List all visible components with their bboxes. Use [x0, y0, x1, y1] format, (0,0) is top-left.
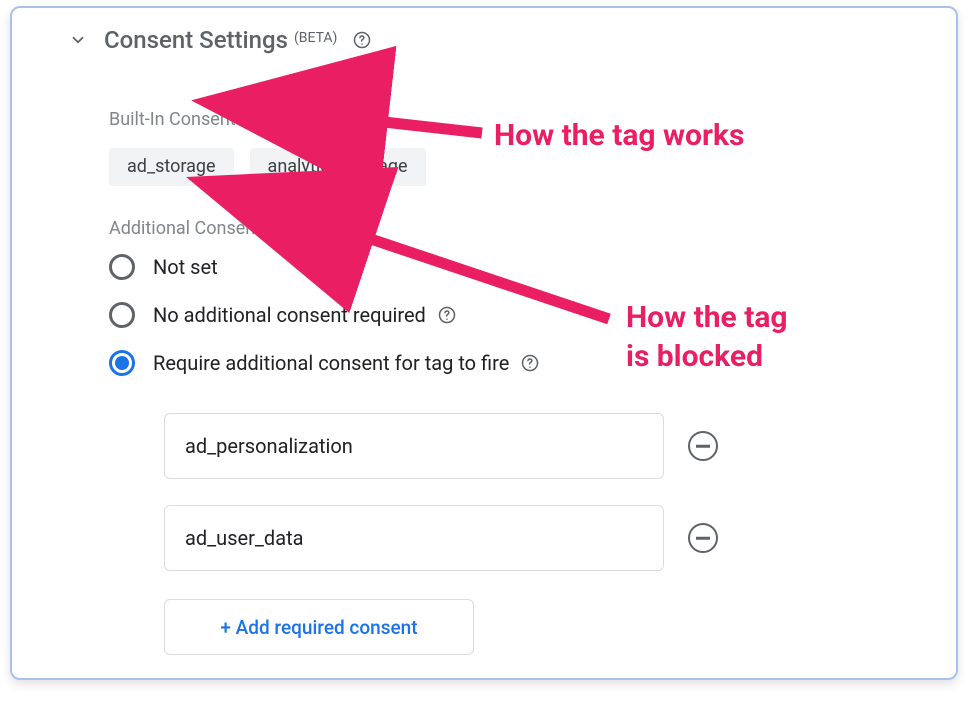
built-in-checks-header: Built-In Consent Checks: [109, 108, 331, 130]
chevron-down-icon[interactable]: [66, 28, 90, 52]
consent-input[interactable]: ad_personalization: [164, 413, 664, 479]
additional-checks-header: Additional Consent Checks: [109, 218, 325, 239]
consent-chip: ad_storage: [109, 148, 234, 186]
required-consent-row: ad_user_data: [164, 505, 718, 571]
help-icon[interactable]: [519, 352, 541, 374]
built-in-chips: ad_storage analytics_storage: [109, 148, 426, 186]
radio-label: Not set: [153, 255, 218, 279]
radio-option-not-set[interactable]: Not set: [109, 254, 541, 280]
consent-settings-panel: Consent Settings (BETA) Built-In Consent…: [10, 6, 958, 680]
radio-label: Require additional consent for tag to fi…: [153, 351, 541, 375]
required-consent-row: ad_personalization: [164, 413, 718, 479]
help-icon[interactable]: [309, 108, 331, 130]
panel-title-text: Consent Settings: [104, 26, 288, 54]
radio-option-require[interactable]: Require additional consent for tag to fi…: [109, 350, 541, 376]
annotation-works: How the tag works: [494, 116, 744, 155]
help-icon[interactable]: [351, 29, 373, 51]
additional-radio-group: Not set No additional consent required R…: [109, 254, 541, 376]
remove-icon[interactable]: [688, 431, 718, 461]
radio-label: No additional consent required: [153, 303, 458, 327]
annotation-blocked: How the tag is blocked: [626, 298, 788, 376]
add-required-consent-button[interactable]: + Add required consent: [164, 599, 474, 655]
panel-title: Consent Settings (BETA): [104, 26, 337, 54]
beta-badge: (BETA): [294, 30, 337, 46]
radio-icon: [109, 350, 135, 376]
panel-header: Consent Settings (BETA): [66, 26, 373, 54]
radio-option-no-additional[interactable]: No additional consent required: [109, 302, 541, 328]
remove-icon[interactable]: [688, 523, 718, 553]
radio-icon: [109, 254, 135, 280]
consent-chip: analytics_storage: [250, 148, 426, 186]
help-icon[interactable]: [436, 304, 458, 326]
consent-input[interactable]: ad_user_data: [164, 505, 664, 571]
radio-icon: [109, 302, 135, 328]
required-consent-list: ad_personalization ad_user_data + Add re…: [164, 413, 718, 655]
built-in-checks-label: Built-In Consent Checks: [109, 109, 299, 130]
additional-checks-label: Additional Consent Checks: [109, 218, 325, 239]
